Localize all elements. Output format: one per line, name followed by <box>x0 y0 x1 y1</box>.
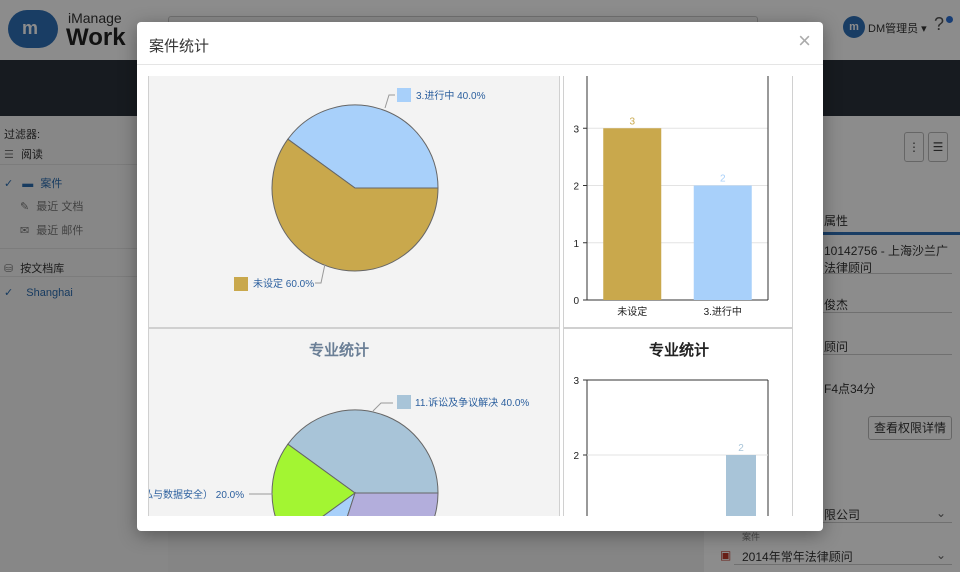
chart-title: 专业统计 <box>309 341 369 359</box>
practice-pie-chart: 专业统计 11.诉讼及争议解决 40.0% 私与数据安全） 20.0% <box>143 341 529 516</box>
pie-label-group: 11.诉讼及争议解决 40.0% <box>372 395 529 412</box>
tick-label: 4 <box>573 76 579 78</box>
leader-line <box>384 94 395 109</box>
matter-statistics-dialog: 案件统计 × 3.进行中 40.0%未设定 60.0% 012343未设定23.… <box>137 22 823 531</box>
pie-data-label: 未设定 60.0% <box>253 277 314 290</box>
status-pie-chart: 3.进行中 40.0% 未设定 60.0% <box>234 88 486 291</box>
status-pie-panel: 3.进行中 40.0% 未设定 60.0% <box>148 76 560 328</box>
tick-label: 3 <box>573 124 579 135</box>
bar-value-label: 3 <box>629 116 635 127</box>
status-bar-chart: 0 1 2 3 4 3 未设定 2 3.进行中 <box>573 76 769 318</box>
legend-swatch <box>397 88 411 102</box>
pie-data-label: 私与数据安全） 20.0% <box>149 488 244 501</box>
tick-label: 3 <box>573 376 579 387</box>
tick-label: 0 <box>573 296 579 307</box>
pie-label-group: 未设定 60.0% <box>234 263 326 291</box>
leader-line <box>315 263 326 284</box>
tick-label: 2 <box>573 451 579 462</box>
legend-swatch <box>234 277 248 291</box>
bar <box>603 128 662 300</box>
tick-label: 1 <box>573 239 579 250</box>
dialog-title: 案件统计 <box>149 38 210 55</box>
pie-label-group: 私与数据安全） 20.0% <box>143 488 273 501</box>
x-tick-label: 未设定 <box>617 305 647 318</box>
pie-label-group: 3.进行中 40.0% <box>384 88 486 109</box>
practice-pie-panel: 专业统计 11.诉讼及争议解决 40.0% 私与数据安全） 20.0% <box>143 328 560 516</box>
bar-value-label: 2 <box>720 174 726 185</box>
legend-swatch <box>397 395 411 409</box>
pie-data-label: 11.诉讼及争议解决 40.0% <box>415 396 529 409</box>
status-bar-panel: 0 1 2 3 4 3 未设定 2 3.进行中 <box>563 76 793 328</box>
tick-label: 2 <box>573 182 579 193</box>
close-icon[interactable]: × <box>798 30 811 52</box>
practice-bar-chart: 专业统计 2 3 2 <box>573 341 769 516</box>
bar-value-label: 2 <box>738 443 744 454</box>
x-tick-label: 3.进行中 <box>704 305 742 318</box>
bar <box>693 185 752 300</box>
practice-bar-panel: 专业统计 2 3 2 <box>563 328 793 516</box>
dialog-body[interactable]: 3.进行中 40.0% 未设定 60.0% 0 1 2 3 4 3 未设定 2 3.进行中 专业统… <box>137 76 823 516</box>
chart-title: 专业统计 <box>649 341 709 359</box>
leader-line <box>372 402 393 412</box>
bar <box>726 455 756 516</box>
dialog-header: 案件统计 × <box>137 22 823 65</box>
pie-data-label: 3.进行中 40.0% <box>416 89 486 102</box>
